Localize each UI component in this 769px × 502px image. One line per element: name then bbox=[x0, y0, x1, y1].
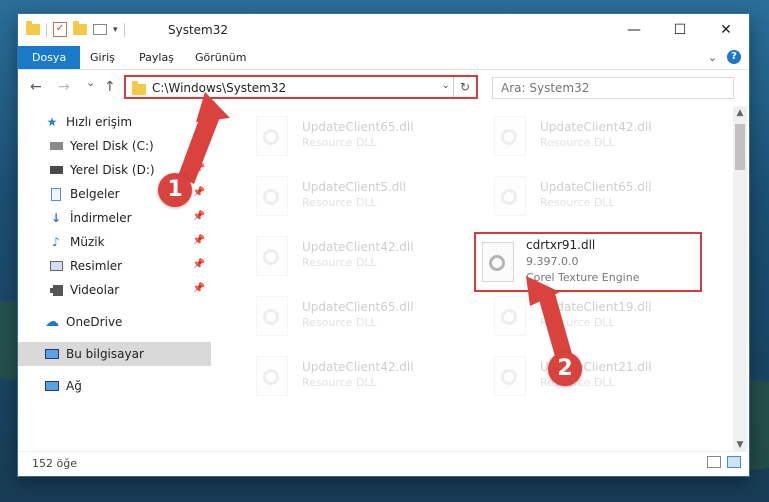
callout-badge-2: 2 bbox=[548, 352, 582, 386]
callout-arrowhead-1 bbox=[196, 92, 230, 122]
callout-badge-1: 1 bbox=[158, 173, 192, 207]
annotation-arrows bbox=[178, 92, 572, 360]
callout-arrow-2 bbox=[538, 290, 572, 360]
